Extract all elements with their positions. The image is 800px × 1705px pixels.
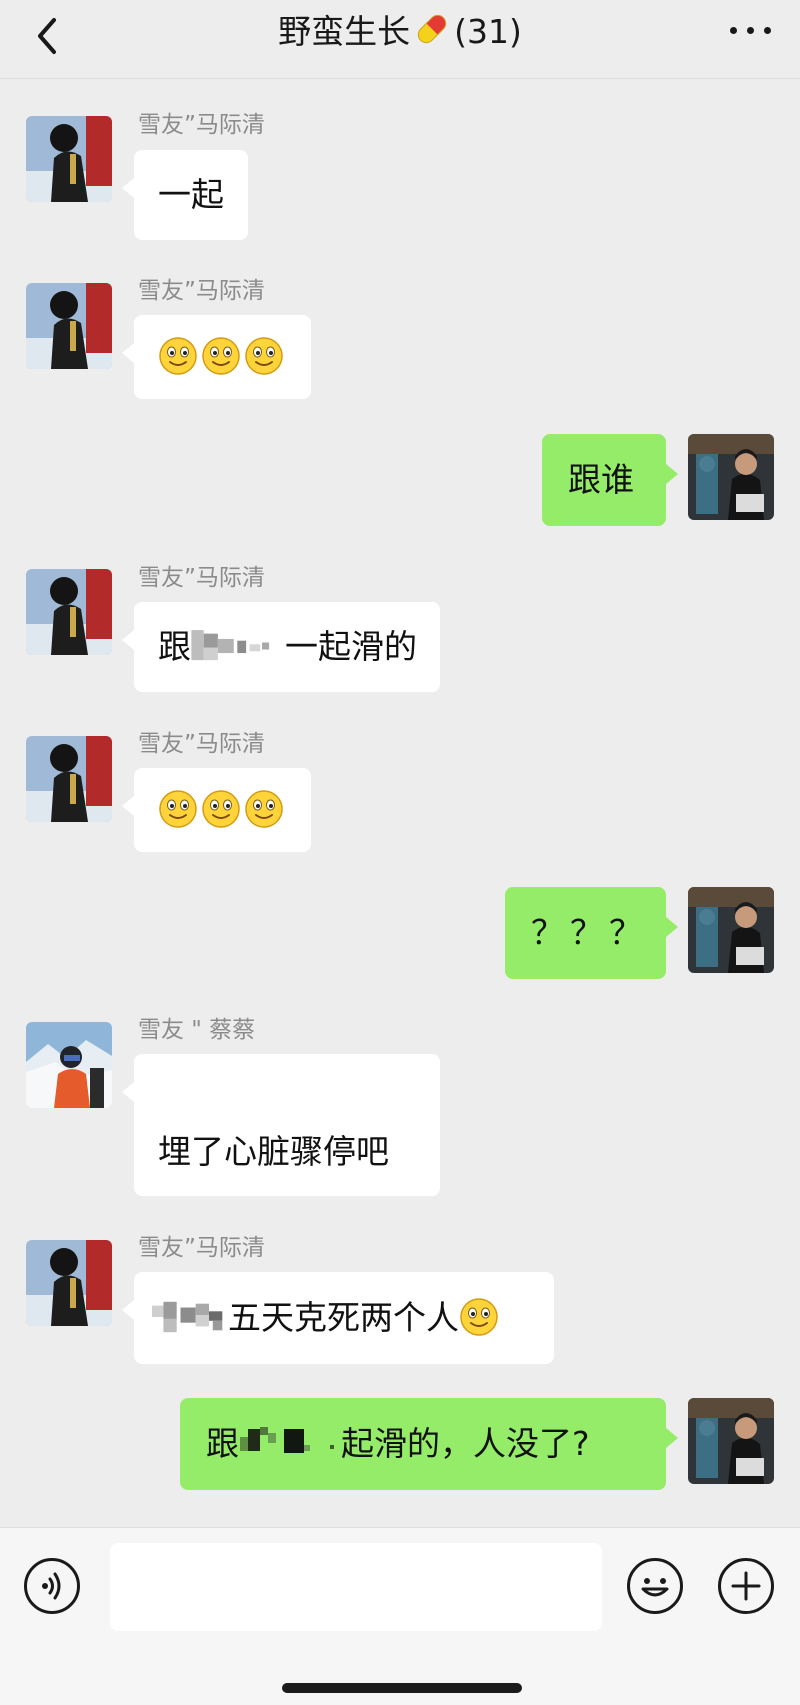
sender-name: 雪友”马际清 [138,1235,265,1261]
message-bubble[interactable] [122,768,311,852]
sender-name: 雪友”马际清 [138,112,265,138]
smile-emoji-icon [202,337,240,375]
chat-title: 野蛮生长 (31) [0,8,800,56]
sender-name: 雪友 " 蔡蔡 [138,1017,256,1043]
smile-emoji-icon [202,790,240,828]
smile-emoji-icon [159,337,197,375]
smile-emoji-icon [245,790,283,828]
message-text: 跟谁 [568,460,634,499]
smile-emoji-icon [245,337,283,375]
message-bubble[interactable]: 跟 一起滑的 [122,602,440,692]
avatar-self[interactable] [688,1398,774,1484]
avatar-self[interactable] [688,434,774,520]
avatar-snowboarder-black[interactable] [26,736,112,822]
pixelated-name-redaction [240,1427,334,1453]
message-bubble[interactable]: 一起 [122,150,248,240]
pill-capsule-icon [417,14,447,44]
smile-emoji-icon [460,1298,498,1336]
pixelated-name-redaction [152,1301,223,1333]
avatar-snowboarder-black[interactable] [26,283,112,369]
pixelated-name-redaction [191,630,270,661]
message-bubble[interactable] [122,315,311,399]
message-bubble[interactable]: ？？？ [505,887,678,979]
message-bubble[interactable]: 跟 起滑的，人没了? [180,1398,678,1490]
message-input[interactable] [110,1543,602,1631]
voice-icon[interactable] [24,1558,80,1614]
message-bubble[interactable]: 五天克死两个人 [122,1272,554,1364]
message-text: ？？？ [531,913,648,952]
sender-name: 雪友”马际清 [138,278,265,304]
member-count: (31) [454,12,522,51]
avatar-snowboarder-black[interactable] [26,1240,112,1326]
message-text: 埋了心脏骤停吧 [158,1132,389,1171]
message-text: 五天克死两个人 [228,1298,459,1337]
message-bubble[interactable]: 跟谁 [542,434,678,526]
sender-name: 雪友”马际清 [138,731,265,757]
home-indicator[interactable] [282,1683,522,1693]
emoji-face-icon[interactable] [627,1558,683,1614]
avatar-snowboarder-black[interactable] [26,569,112,655]
message-text: 一起 [158,175,224,214]
sender-name: 雪友”马际清 [138,565,265,591]
avatar-snowboarder-orange[interactable] [26,1022,112,1108]
plus-icon[interactable] [718,1558,774,1614]
smile-emoji-icon [159,790,197,828]
input-bar [0,1527,800,1705]
chat-title-name: 野蛮生长 [278,12,411,51]
message-text: 一起滑的 [285,627,417,666]
message-text-prefix: 跟 [206,1424,239,1463]
more-dots-icon[interactable] [728,18,774,42]
message-bubble[interactable]: 埋了心脏骤停吧 [122,1054,440,1196]
avatar-self[interactable] [688,887,774,973]
message-text: 起滑的，人没了? [341,1424,590,1463]
chat-header: 野蛮生长 (31) [0,0,800,79]
avatar-snowboarder-black[interactable] [26,116,112,202]
